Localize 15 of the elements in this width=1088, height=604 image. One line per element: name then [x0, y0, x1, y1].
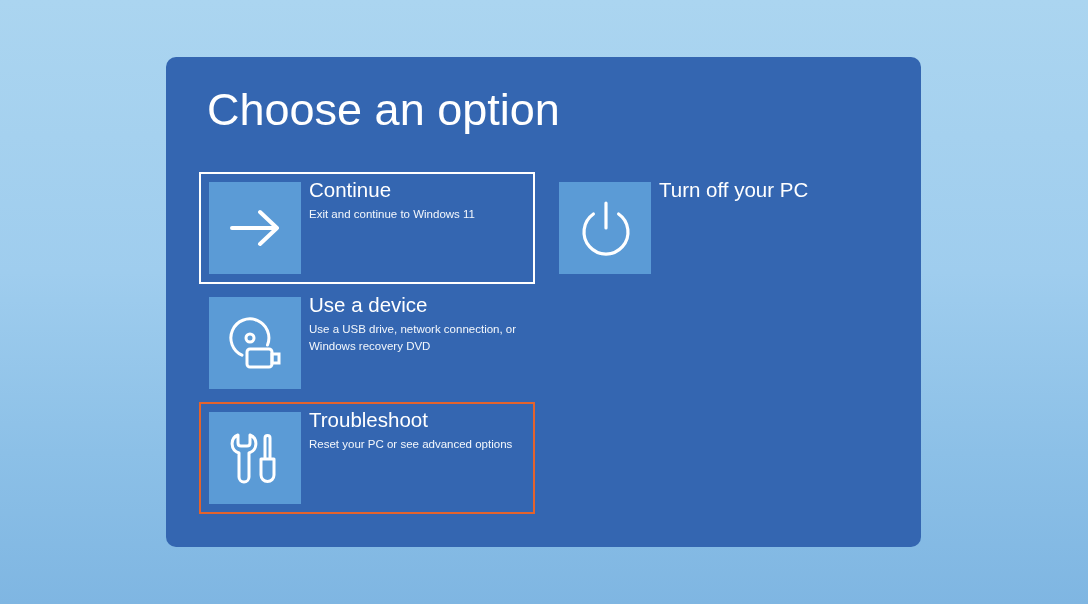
screen-title: Choose an option	[207, 83, 560, 137]
option-description: Exit and continue to Windows 11	[309, 207, 476, 222]
option-description: Reset your PC or see advanced options	[309, 437, 514, 452]
disc-usb-drive-icon	[209, 297, 301, 389]
power-icon	[559, 182, 651, 274]
option-description: Use a USB drive, network connection, or Windows recovery DVD	[309, 322, 518, 354]
wrench-screwdriver-icon	[209, 412, 301, 504]
option-title: Troubleshoot	[309, 408, 429, 432]
option-title: Use a device	[309, 293, 429, 317]
option-title: Continue	[309, 178, 393, 202]
option-button[interactable]: Turn off your PC	[549, 172, 839, 284]
option-button[interactable]: Continue Exit and continue to Windows 11	[199, 172, 535, 284]
option-title: Turn off your PC	[659, 178, 810, 202]
option-button[interactable]: Use a device Use a USB drive, network connection, or Windows recovery DVD	[199, 287, 535, 399]
option-button[interactable]: Troubleshoot Reset your PC or see advanced options	[199, 402, 535, 514]
